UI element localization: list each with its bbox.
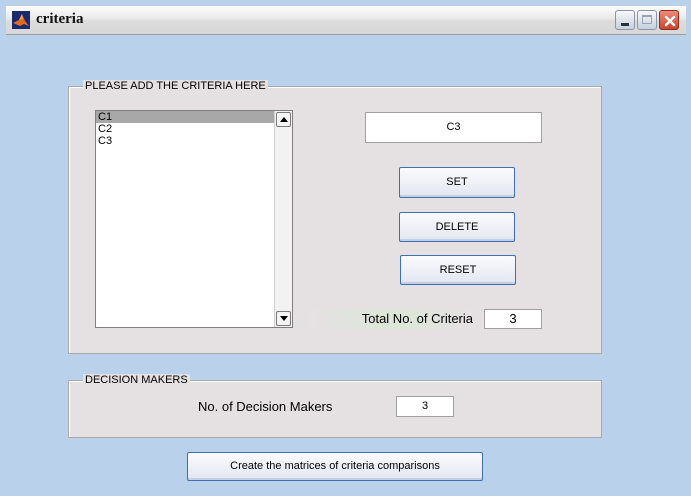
criteria-window: criteria PLEASE ADD THE CRITERIA HERE C1… — [0, 0, 691, 496]
matlab-icon — [12, 11, 30, 29]
total-criteria-value: 3 — [484, 309, 542, 329]
scroll-up-button[interactable] — [276, 112, 291, 127]
create-matrices-button[interactable]: Create the matrices of criteria comparis… — [187, 452, 483, 481]
minimize-button[interactable] — [615, 10, 635, 30]
scroll-down-button[interactable] — [276, 311, 291, 326]
maximize-icon — [642, 15, 652, 24]
close-icon — [664, 15, 676, 27]
decision-makers-panel — [68, 380, 602, 438]
list-item[interactable]: C2 — [96, 123, 274, 135]
list-item[interactable]: C3 — [96, 135, 274, 147]
decision-makers-legend: DECISION MAKERS — [83, 374, 190, 386]
minimize-icon — [621, 23, 629, 26]
criteria-panel-legend: PLEASE ADD THE CRITERIA HERE — [83, 80, 268, 92]
arrow-up-icon — [280, 117, 288, 122]
delete-button[interactable]: DELETE — [399, 212, 515, 242]
arrow-down-icon — [280, 316, 288, 321]
reset-button[interactable]: RESET — [400, 255, 516, 285]
criteria-input[interactable]: C3 — [365, 112, 542, 143]
decision-makers-input[interactable]: 3 — [396, 396, 454, 417]
maximize-button[interactable] — [637, 10, 657, 30]
close-button[interactable] — [659, 10, 679, 30]
criteria-list: C1 C2 C3 — [96, 111, 274, 147]
set-button[interactable]: SET — [399, 167, 515, 198]
decision-makers-label: No. of Decision Makers — [198, 399, 333, 414]
list-scrollbar[interactable] — [274, 111, 292, 327]
total-criteria-label: Total No. of Criteria — [303, 309, 477, 329]
list-item[interactable]: C1 — [96, 111, 274, 123]
criteria-listbox[interactable]: C1 C2 C3 — [95, 110, 293, 328]
window-title: criteria — [36, 11, 84, 27]
title-bar[interactable]: criteria — [6, 6, 686, 35]
